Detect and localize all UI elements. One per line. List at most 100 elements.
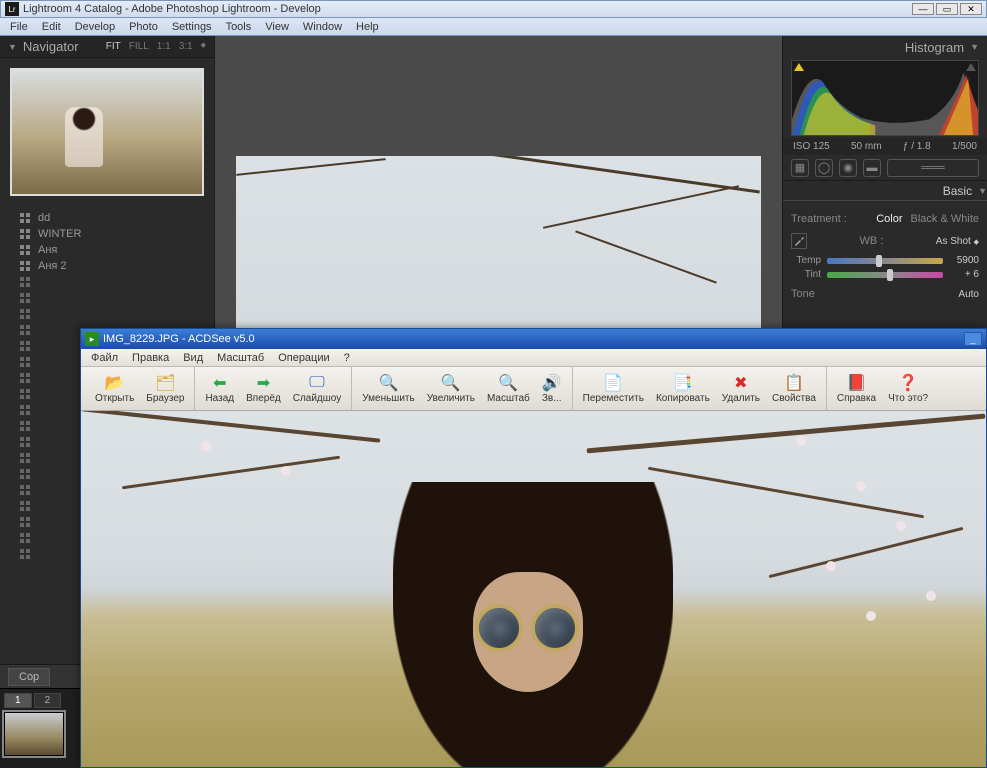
- tool-zoom[interactable]: 🔍Масштаб: [481, 367, 536, 410]
- copy-button[interactable]: Cop: [8, 668, 50, 686]
- minimize-button[interactable]: —: [912, 3, 934, 15]
- menu-file[interactable]: Файл: [85, 351, 124, 365]
- navigator-header[interactable]: ▼ Navigator FIT FILL 1:1 3:1 ◆: [0, 36, 214, 58]
- spot-tool-icon[interactable]: ◯: [815, 159, 833, 177]
- collection-item-winter[interactable]: WINTER: [0, 226, 214, 242]
- gradient-tool-icon[interactable]: ▬: [863, 159, 881, 177]
- maximize-button[interactable]: ▭: [936, 3, 958, 15]
- temp-label: Temp: [791, 255, 821, 266]
- menu-window[interactable]: Window: [297, 19, 348, 35]
- collection-item-empty[interactable]: [0, 306, 214, 322]
- delete-icon: ✖: [734, 374, 747, 392]
- grid-icon: [20, 469, 30, 479]
- filmstrip-thumbnail[interactable]: [4, 712, 64, 756]
- temp-value: 5900: [949, 255, 979, 266]
- histogram-chart[interactable]: [791, 60, 979, 136]
- treatment-bw[interactable]: Black & White: [911, 213, 979, 225]
- copy-icon: 📑: [673, 374, 693, 392]
- tool-zoomout[interactable]: 🔍Уменьшить: [356, 367, 420, 410]
- tint-label: Tint: [791, 269, 821, 280]
- highlight-clip-icon[interactable]: [966, 63, 976, 71]
- collection-item-anya[interactable]: Аня: [0, 242, 214, 258]
- menu-operations[interactable]: Операции: [272, 351, 335, 365]
- histogram-info: ISO 125 50 mm ƒ / 1.8 1/500: [783, 138, 987, 155]
- filmstrip-tab-2[interactable]: 2: [34, 693, 62, 708]
- redeye-tool-icon[interactable]: ◉: [839, 159, 857, 177]
- tool-strip: ▦ ◯ ◉ ▬ ═══: [783, 155, 987, 181]
- tool-help[interactable]: 📕Справка: [831, 367, 882, 410]
- minimize-button[interactable]: _: [964, 332, 982, 346]
- tool-sound[interactable]: 🔊Зв...: [536, 367, 568, 410]
- menu-zoom[interactable]: Масштаб: [211, 351, 270, 365]
- acdsee-canvas[interactable]: [81, 411, 986, 767]
- menu-tools[interactable]: Tools: [220, 19, 258, 35]
- collection-item-empty[interactable]: [0, 274, 214, 290]
- grid-icon: [20, 341, 30, 351]
- treatment-color[interactable]: Color: [876, 213, 902, 225]
- grid-icon: [20, 517, 30, 527]
- menu-view[interactable]: View: [259, 19, 295, 35]
- histogram-header[interactable]: Histogram ▼: [783, 36, 987, 58]
- close-button[interactable]: ✕: [960, 3, 982, 15]
- collapse-icon: ▼: [970, 42, 979, 52]
- folder-open-icon: 📂: [105, 374, 125, 392]
- collection-label: WINTER: [38, 228, 81, 240]
- navigator-label: Navigator: [23, 39, 106, 54]
- shadow-clip-icon[interactable]: [794, 63, 804, 71]
- slider-thumb[interactable]: [876, 255, 882, 267]
- tint-slider[interactable]: Tint + 6: [791, 269, 979, 280]
- menu-settings[interactable]: Settings: [166, 19, 218, 35]
- zoom-fit[interactable]: FIT: [106, 41, 121, 52]
- move-icon: 📄: [603, 374, 623, 392]
- tool-forward[interactable]: ➡Вперёд: [240, 367, 287, 410]
- grid-icon: [20, 405, 30, 415]
- menu-file[interactable]: File: [4, 19, 34, 35]
- tool-browser[interactable]: 🗂Браузер: [140, 367, 190, 410]
- histogram-label: Histogram: [905, 40, 964, 55]
- menu-help[interactable]: Help: [350, 19, 385, 35]
- filmstrip-tab-1[interactable]: 1: [4, 693, 32, 708]
- tool-slideshow[interactable]: 🖵Слайдшоу: [287, 367, 348, 410]
- tone-auto-button[interactable]: Auto: [958, 289, 979, 300]
- lightroom-titlebar[interactable]: Lr Lightroom 4 Catalog - Adobe Photoshop…: [0, 0, 987, 18]
- tool-move[interactable]: 📄Переместить: [577, 367, 650, 410]
- slider-thumb[interactable]: [887, 269, 893, 281]
- zoom-fill[interactable]: FILL: [129, 41, 149, 52]
- collection-item-empty[interactable]: [0, 290, 214, 306]
- tool-props[interactable]: 📋Свойства: [766, 367, 822, 410]
- tool-delete[interactable]: ✖Удалить: [716, 367, 766, 410]
- collection-item-anya2[interactable]: Аня 2: [0, 258, 214, 274]
- collapse-icon: ▼: [978, 186, 987, 196]
- crop-tool-icon[interactable]: ▦: [791, 159, 809, 177]
- acdsee-toolbar: 📂Открыть 🗂Браузер ⬅Назад ➡Вперёд 🖵Слайдш…: [81, 367, 986, 411]
- zoom-1-1[interactable]: 1:1: [157, 41, 171, 52]
- menu-help[interactable]: ?: [338, 351, 356, 365]
- zoom-3-1[interactable]: 3:1: [179, 41, 193, 52]
- brush-tool-icon[interactable]: ═══: [887, 159, 979, 177]
- basic-panel: Treatment : Color Black & White WB : As …: [783, 207, 987, 306]
- menu-view[interactable]: Вид: [177, 351, 209, 365]
- menu-edit[interactable]: Правка: [126, 351, 175, 365]
- collection-item-dd[interactable]: dd: [0, 210, 214, 226]
- slideshow-icon: 🖵: [309, 374, 324, 392]
- acdsee-app-icon: ▸: [85, 332, 99, 346]
- menu-edit[interactable]: Edit: [36, 19, 67, 35]
- wb-preset-select[interactable]: As Shot ◆: [936, 236, 979, 247]
- tool-whatis[interactable]: ❓Что это?: [882, 367, 934, 410]
- zoom-dropdown-icon[interactable]: ◆: [201, 41, 206, 52]
- navigator-preview[interactable]: [10, 68, 204, 196]
- tool-open[interactable]: 📂Открыть: [89, 367, 140, 410]
- aperture-value: ƒ / 1.8: [903, 141, 931, 152]
- acdsee-photo: [81, 411, 986, 767]
- basic-panel-header[interactable]: Basic ▼: [783, 181, 987, 201]
- wb-dropper-icon[interactable]: [791, 233, 807, 249]
- tool-back[interactable]: ⬅Назад: [199, 367, 240, 410]
- tool-zoomin[interactable]: 🔍Увеличить: [421, 367, 481, 410]
- tool-copy[interactable]: 📑Копировать: [650, 367, 716, 410]
- acdsee-titlebar[interactable]: ▸ IMG_8229.JPG - ACDSee v5.0 _: [81, 329, 986, 349]
- question-icon: ❓: [898, 374, 918, 392]
- menu-develop[interactable]: Develop: [69, 19, 121, 35]
- menu-photo[interactable]: Photo: [123, 19, 164, 35]
- temp-slider[interactable]: Temp 5900: [791, 255, 979, 266]
- lightroom-menubar: File Edit Develop Photo Settings Tools V…: [0, 18, 987, 36]
